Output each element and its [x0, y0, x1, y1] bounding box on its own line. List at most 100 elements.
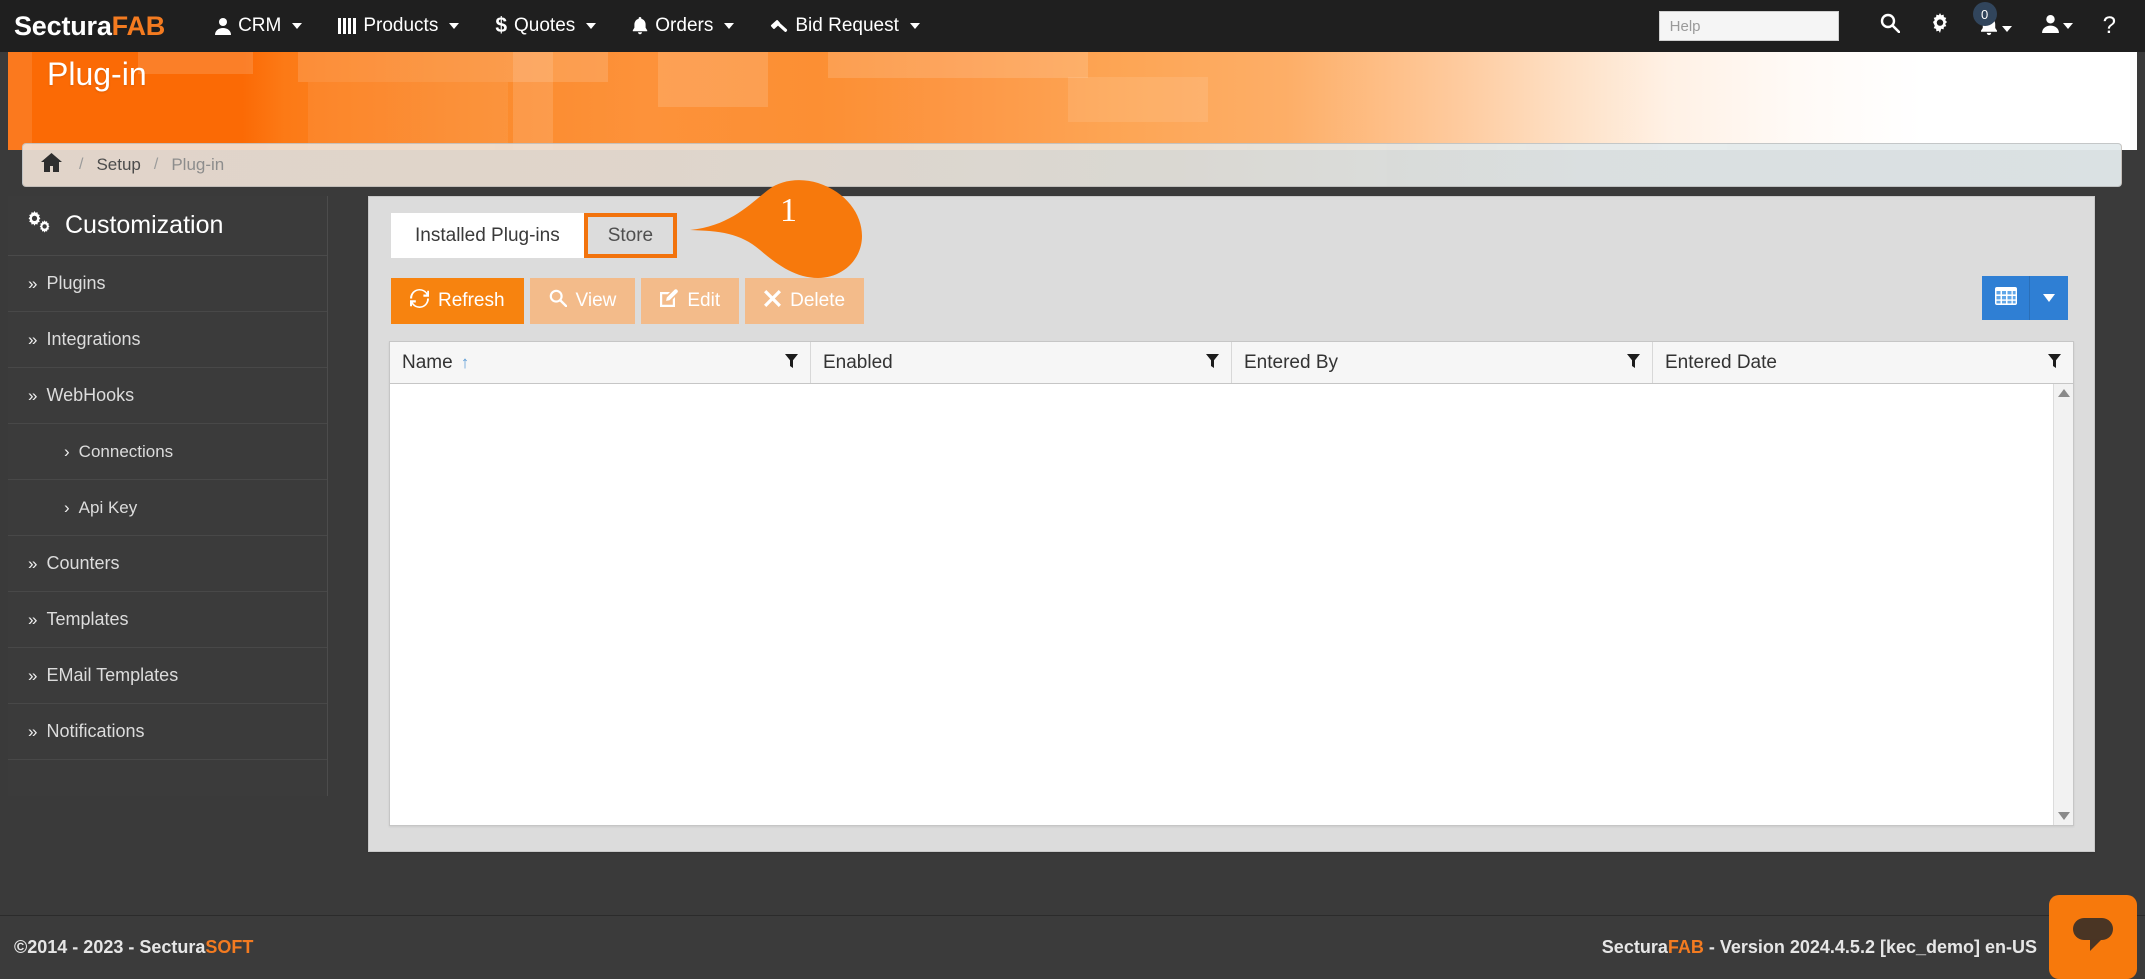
pencil-square-icon [660, 289, 679, 313]
nav-item-quotes[interactable]: $ Quotes [477, 0, 614, 52]
refresh-button[interactable]: Refresh [391, 278, 524, 324]
chevron-down-icon [586, 23, 597, 29]
chevron-down-icon [909, 23, 920, 29]
search-button[interactable] [1865, 0, 1915, 52]
breadcrumb-item-plugin: Plug-in [171, 155, 225, 174]
sidebar-item-label: EMail Templates [46, 665, 179, 685]
chevron-down-icon [2001, 26, 2012, 32]
nav-item-products[interactable]: Products [320, 0, 477, 52]
column-header-entered-date[interactable]: Entered Date [1653, 342, 2073, 383]
brand-accent: FAB [111, 10, 166, 41]
nav-label-bid-request: Bid Request [795, 15, 899, 36]
chevron-down-icon [292, 23, 303, 29]
brand-main: Sectura [14, 10, 112, 41]
tab-label: Installed Plug-ins [415, 224, 560, 246]
view-button[interactable]: View [529, 278, 636, 324]
sidebar-item-label: Counters [46, 553, 120, 573]
home-icon[interactable] [41, 153, 62, 177]
sidebar-item-templates[interactable]: » Templates [8, 592, 327, 648]
grid-vertical-scrollbar[interactable] [2053, 384, 2073, 825]
copyright-accent: SOFT [205, 937, 254, 957]
grid-rows-empty [390, 384, 2053, 825]
tab-store[interactable]: Store [583, 213, 678, 258]
sidebar-item-connections[interactable]: › Connections [8, 424, 327, 480]
scroll-down-arrow-icon[interactable] [2057, 812, 2070, 820]
double-chevron-right-icon: » [28, 553, 38, 573]
nav-item-bid-request[interactable]: Bid Request [752, 0, 938, 52]
sidebar-item-label: WebHooks [46, 385, 135, 405]
sidebar-item-email-templates[interactable]: » EMail Templates [8, 648, 327, 704]
sidebar-item-label: Integrations [46, 329, 141, 349]
button-label: Delete [790, 290, 846, 311]
sidebar-item-label: Plugins [46, 273, 106, 293]
plugins-data-grid: Name ↑ Enabled Entered By Entered Date [389, 341, 2074, 826]
app-logo[interactable]: SecturaFAB [14, 11, 165, 42]
chat-widget-button[interactable] [2049, 895, 2137, 979]
version-brand-main: Sectura [1601, 937, 1668, 957]
tab-installed-plugins[interactable]: Installed Plug-ins [391, 213, 584, 258]
search-icon [1880, 13, 1900, 39]
user-icon [215, 17, 232, 35]
gear-icon [1930, 13, 1950, 39]
sidebar-heading: Customization [8, 196, 327, 256]
navbar-right-group: 0 ? [1658, 0, 2145, 52]
tab-bar: Installed Plug-ins Store [391, 213, 678, 258]
refresh-icon [409, 288, 430, 314]
x-icon [764, 289, 782, 313]
dollar-icon: $ [495, 14, 508, 37]
help-search-input[interactable] [1658, 11, 1839, 41]
sidebar-item-plugins[interactable]: » Plugins [8, 256, 327, 312]
callout-number: 1 [780, 192, 797, 229]
notifications-button[interactable]: 0 [1965, 0, 2027, 52]
sidebar-item-integrations[interactable]: » Integrations [8, 312, 327, 368]
column-header-entered-by[interactable]: Entered By [1232, 342, 1653, 383]
breadcrumb: / Setup / Plug-in [22, 143, 2122, 187]
sidebar-item-label: Api Key [78, 497, 138, 517]
settings-button[interactable] [1915, 0, 1965, 52]
double-chevron-right-icon: » [28, 385, 38, 405]
column-header-name[interactable]: Name ↑ [390, 342, 811, 383]
funnel-icon[interactable] [1206, 353, 1219, 372]
version-rest: - Version 2024.4.5.2 [kec_demo] en-US [1703, 937, 2037, 957]
callout-annotation-1: 1 [690, 180, 890, 289]
column-chooser-button[interactable] [1982, 276, 2030, 320]
column-label: Enabled [823, 351, 893, 373]
double-chevron-right-icon: » [28, 329, 38, 349]
breadcrumb-separator: / [79, 156, 84, 173]
question-mark-icon: ? [2102, 12, 2116, 39]
sidebar-item-label: Notifications [46, 721, 145, 741]
chevron-down-icon [2043, 294, 2055, 302]
breadcrumb-item-setup[interactable]: Setup [96, 155, 140, 175]
double-chevron-right-icon: » [28, 665, 38, 685]
sidebar-item-label: Connections [78, 441, 174, 461]
sidebar-item-notifications[interactable]: » Notifications [8, 704, 327, 760]
nav-label-quotes: Quotes [514, 15, 576, 36]
chevron-right-icon: › [64, 441, 70, 461]
nav-item-orders[interactable]: Orders [614, 0, 752, 52]
column-header-enabled[interactable]: Enabled [811, 342, 1232, 383]
funnel-icon[interactable] [785, 353, 798, 372]
sidebar-item-api-key[interactable]: › Api Key [8, 480, 327, 536]
column-label: Name [402, 351, 453, 373]
user-menu-button[interactable] [2027, 0, 2088, 52]
sidebar-heading-label: Customization [65, 211, 224, 239]
button-label: Refresh [438, 290, 505, 311]
sidebar-item-counters[interactable]: » Counters [8, 536, 327, 592]
main-content-panel: Installed Plug-ins Store Refresh View Ed… [368, 196, 2095, 852]
version-text: SecturaFAB - Version 2024.4.5.2 [kec_dem… [1602, 937, 2037, 958]
grid-body [390, 384, 2073, 825]
help-button[interactable]: ? [2088, 0, 2131, 52]
funnel-icon[interactable] [1627, 353, 1640, 372]
nav-item-crm[interactable]: CRM [197, 0, 320, 52]
grid-options-group [1982, 276, 2068, 320]
double-chevron-right-icon: » [28, 273, 38, 293]
funnel-icon[interactable] [2048, 353, 2061, 372]
sidebar-item-label: Templates [46, 609, 129, 629]
grid-options-dropdown-button[interactable] [2030, 276, 2068, 320]
bell-icon [632, 17, 648, 35]
sidebar-item-webhooks[interactable]: » WebHooks [8, 368, 327, 424]
user-icon [2041, 14, 2059, 39]
scroll-up-arrow-icon[interactable] [2057, 389, 2070, 397]
nav-label-crm: CRM [238, 15, 282, 36]
nav-label-products: Products [363, 15, 439, 36]
